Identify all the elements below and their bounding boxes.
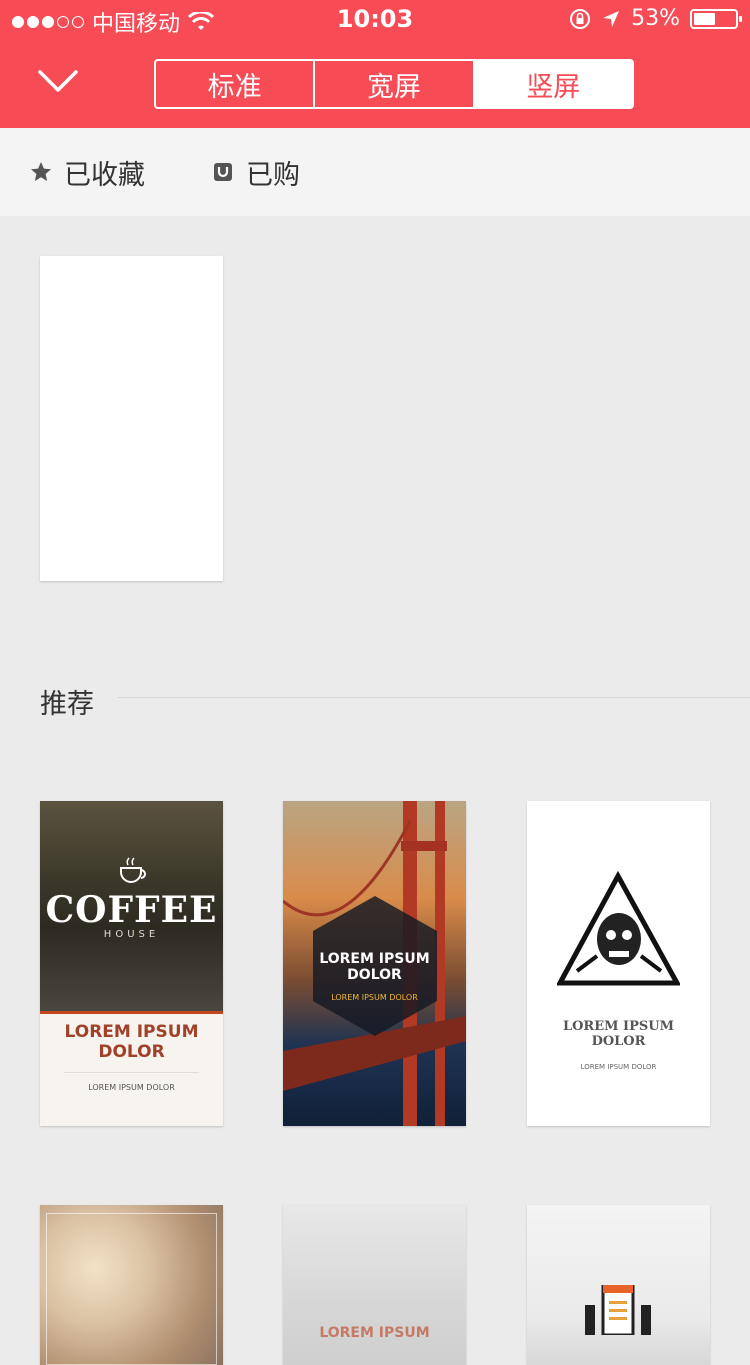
content-area: 推荐 COFFEE HOUSE LOREM IPSUM DOLOR LOREM … [0,216,750,1365]
status-bar: 中国移动 10:03 53% [0,0,750,40]
battery-percent: 53% [631,6,680,31]
skull-triangle-illustration [557,871,680,986]
tab-standard[interactable]: 标准 [156,61,316,107]
location-icon [603,10,620,27]
coffee-heading-line-2: DOLOR [98,1042,165,1062]
template-card-menu[interactable] [527,1205,710,1365]
coffee-logo-sub: HOUSE [103,929,160,940]
status-right: 53% [569,6,742,31]
bridge-heading: LOREM IPSUM DOLOR [283,951,466,983]
skull-footer: LOREM IPSUM DOLOR [580,1063,657,1071]
template-card-raindrops[interactable] [40,1205,223,1365]
skull-heading: LOREM IPSUM DOLOR [527,1019,710,1049]
skull-heading-line-2: DOLOR [591,1034,646,1049]
purchased-filter[interactable]: 已购 [212,128,300,216]
coffee-heading-line-1: LOREM IPSUM [64,1022,199,1042]
filter-bar: 已收藏 已购 [0,128,750,216]
blank-template-card[interactable] [40,256,223,581]
favorites-label: 已收藏 [64,159,145,191]
coffee-photo: COFFEE HOUSE [40,801,223,1011]
menu-icon [585,1285,651,1335]
bridge-heading-line-2: DOLOR [347,967,402,983]
template-card-skull[interactable]: LOREM IPSUM DOLOR LOREM IPSUM DOLOR [527,801,710,1126]
coffee-caption: LOREM IPSUM DOLOR LOREM IPSUM DOLOR [40,1011,223,1126]
chevron-down-icon[interactable] [36,62,80,102]
raindrops-frame [46,1213,217,1365]
template-card-blur[interactable]: LOREM IPSUM [283,1205,466,1365]
coffee-cup-icon [120,857,146,883]
section-divider [118,697,750,698]
blur-heading: LOREM IPSUM [319,1325,430,1341]
section-title: 推荐 [40,689,94,720]
bridge-heading-line-1: LOREM IPSUM [319,951,430,967]
coffee-divider [64,1072,199,1073]
template-card-bridge[interactable]: LOREM IPSUM DOLOR LOREM IPSUM DOLOR [283,801,466,1126]
skull-heading-line-1: LOREM IPSUM [562,1019,675,1034]
battery-icon [690,8,742,29]
bridge-footer: LOREM IPSUM DOLOR [331,993,418,1002]
bag-icon [214,163,232,181]
purchased-label: 已购 [246,159,300,191]
star-icon [31,162,51,181]
rotation-lock-icon [570,8,591,29]
coffee-footer: LOREM IPSUM DOLOR [88,1083,175,1092]
tab-portrait[interactable]: 竖屏 [474,61,632,107]
coffee-heading: LOREM IPSUM DOLOR [40,1022,223,1062]
favorites-filter[interactable]: 已收藏 [30,128,145,216]
template-card-coffee[interactable]: COFFEE HOUSE LOREM IPSUM DOLOR LOREM IPS… [40,801,223,1126]
top-bar: 标准 宽屏 竖屏 [0,40,750,128]
layout-tabs: 标准 宽屏 竖屏 [154,59,634,109]
tab-widescreen[interactable]: 宽屏 [315,61,475,107]
coffee-logo-text: COFFEE [45,889,218,931]
